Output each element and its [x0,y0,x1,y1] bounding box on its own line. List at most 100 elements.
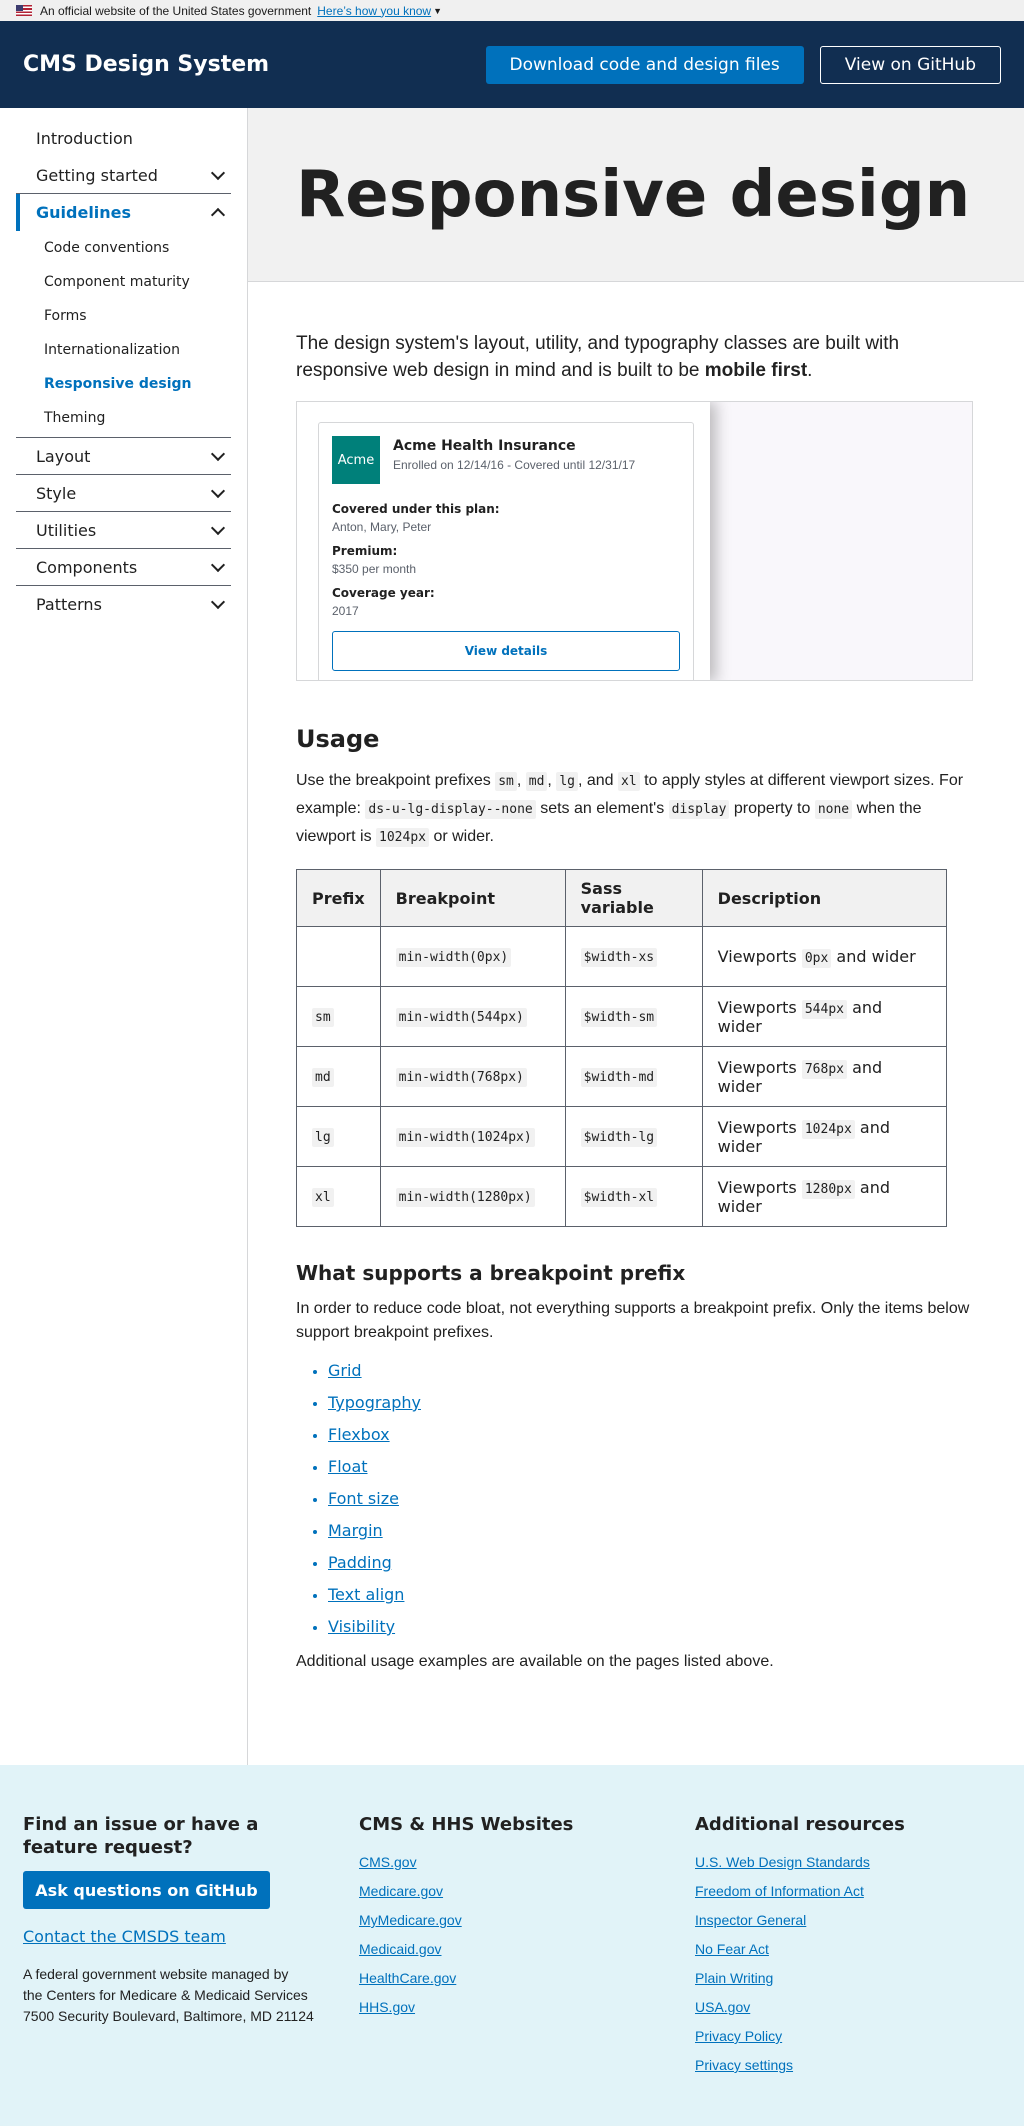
medicare-gov-link[interactable]: Medicare.gov [359,1877,695,1906]
chevron-down-icon [210,165,226,180]
view-details-button[interactable]: View details [332,631,680,671]
sidebar-item-label: Style [36,483,77,503]
preview-frame: Acme Acme Health Insurance Enrolled on 1… [297,402,710,680]
usage-text: or wider. [429,828,494,845]
usage-text: sets an element's [535,800,669,817]
github-button[interactable]: View on GitHub [819,45,1001,84]
page-title: Responsive design [296,157,971,232]
no-fear-act-link[interactable]: No Fear Act [695,1935,995,1964]
breakpoint-cell: min-width(0px) [379,926,566,987]
text-align-link[interactable]: Text align [328,1585,404,1604]
hhs-gov-link[interactable]: HHS.gov [359,1993,695,2022]
font-size-link[interactable]: Font size [328,1489,399,1508]
flexbox-link[interactable]: Flexbox [328,1425,390,1444]
cms-gov-link[interactable]: CMS.gov [359,1848,695,1877]
us-flag-icon [16,5,32,16]
contact-link[interactable]: Contact the CMSDS team [23,1927,359,1946]
desc-text: Viewports [717,1057,802,1077]
subnav-item-forms[interactable]: Forms [16,299,231,333]
resources-heading: Additional resources [695,1814,905,1835]
prefix-cell: xl [296,1166,381,1227]
sidebar-item-label: Patterns [36,595,102,614]
desc-code: 1280px [801,1179,855,1199]
desc-text: Viewports [717,997,802,1017]
float-link[interactable]: Float [328,1457,368,1476]
desc-text: and wider [831,947,916,966]
column-header: Breakpoint [379,869,566,927]
code-lg: lg [556,772,578,791]
code-xl: xl [618,772,640,791]
sidebar-item-getting-started[interactable]: Getting started [16,157,231,194]
prefix-code: md [312,1067,334,1087]
desc-code: 1024px [801,1119,855,1139]
sass-cell: $width-sm [564,986,703,1047]
subnav-item-theming[interactable]: Theming [16,401,231,435]
chevron-down-icon [210,520,226,535]
chevron-up-icon [210,207,226,223]
field-label: Covered under this plan: [332,502,500,516]
websites-heading: CMS & HHS Websites [359,1814,574,1835]
sass-code: $width-md [580,1067,658,1087]
sidebar-item-layout[interactable]: Layout [16,438,231,475]
usa-gov-link[interactable]: USA.gov [695,1993,995,2022]
sidebar-item-utilities[interactable]: Utilities [16,512,231,549]
sidebar-item-style[interactable]: Style [16,475,231,512]
list-item: Margin [328,1521,976,1553]
table-row: sm min-width(544px) $width-sm Viewports … [296,986,948,1047]
sidebar-item-patterns[interactable]: Patterns [16,586,231,623]
ask-questions-button[interactable]: Ask questions on GitHub [23,1871,270,1909]
chevron-down-icon [210,483,226,498]
margin-link[interactable]: Margin [328,1521,383,1540]
sidebar-item-label: Getting started [36,165,158,185]
healthcare-gov-link[interactable]: HealthCare.gov [359,1964,695,1993]
subnav-item-internationalization[interactable]: Internationalization [16,333,231,367]
plain-writing-link[interactable]: Plain Writing [695,1964,995,1993]
description-cell: Viewports 0px and wider [701,926,948,987]
code-sm: sm [495,772,517,791]
sass-cell: $width-xl [564,1166,703,1227]
typography-link[interactable]: Typography [328,1393,421,1412]
sidebar-item-guidelines[interactable]: Guidelines [16,194,231,231]
description-cell: Viewports 1280px and wider [701,1166,948,1227]
list-item: Float [328,1457,976,1489]
chevron-down-icon [210,557,226,572]
sidebar-item-label: Utilities [36,520,97,540]
subnav-item-responsive-design[interactable]: Responsive design [16,367,231,401]
breakpoints-table: Prefix Breakpoint Sass variable Descript… [296,869,948,1227]
usage-text: , [547,772,557,789]
sidebar-item-label: Guidelines [36,203,132,222]
padding-link[interactable]: Padding [328,1553,392,1572]
site-brand[interactable]: CMS Design System [23,52,486,77]
supports-paragraph: In order to reduce code bloat, not every… [296,1300,970,1341]
heres-how-you-know-link[interactable]: Here’s how you know [317,4,431,18]
plan-field: Covered under this plan: Anton, Mary, Pe… [332,502,680,534]
field-value: Anton, Mary, Peter [332,520,432,534]
breakpoint-code: min-width(1024px) [395,1127,535,1147]
field-value: $350 per month [332,562,417,576]
breakpoint-cell: min-width(768px) [379,1046,566,1107]
sidebar-item-components[interactable]: Components [16,549,231,586]
sass-code: $width-lg [580,1127,658,1147]
inspector-general-link[interactable]: Inspector General [695,1906,995,1935]
plan-enrolled: Enrolled on 12/14/16 - Covered until 12/… [393,458,636,472]
sidebar-item-introduction[interactable]: Introduction [16,120,231,157]
subnav-item-code-conventions[interactable]: Code conventions [16,231,231,265]
intro-end: . [807,360,813,381]
chevron-down-icon: ▼ [433,5,443,16]
list-item: Text align [328,1585,976,1617]
privacy-policy-link[interactable]: Privacy Policy [695,2022,995,2051]
usds-link[interactable]: U.S. Web Design Standards [695,1848,995,1877]
download-button[interactable]: Download code and design files [485,45,804,84]
main-content: Responsive design The design system's la… [248,108,1024,1765]
list-item: Font size [328,1489,976,1521]
privacy-settings-link[interactable]: Privacy settings [695,2051,995,2080]
prefix-cell: sm [296,986,381,1047]
grid-link[interactable]: Grid [328,1361,362,1380]
supported-utilities-list: Grid Typography Flexbox Float Font size … [296,1361,976,1649]
medicaid-gov-link[interactable]: Medicaid.gov [359,1935,695,1964]
subnav-item-component-maturity[interactable]: Component maturity [16,265,231,299]
field-label: Coverage year: [332,586,435,600]
foia-link[interactable]: Freedom of Information Act [695,1877,995,1906]
mymedicare-gov-link[interactable]: MyMedicare.gov [359,1906,695,1935]
visibility-link[interactable]: Visibility [328,1617,395,1636]
